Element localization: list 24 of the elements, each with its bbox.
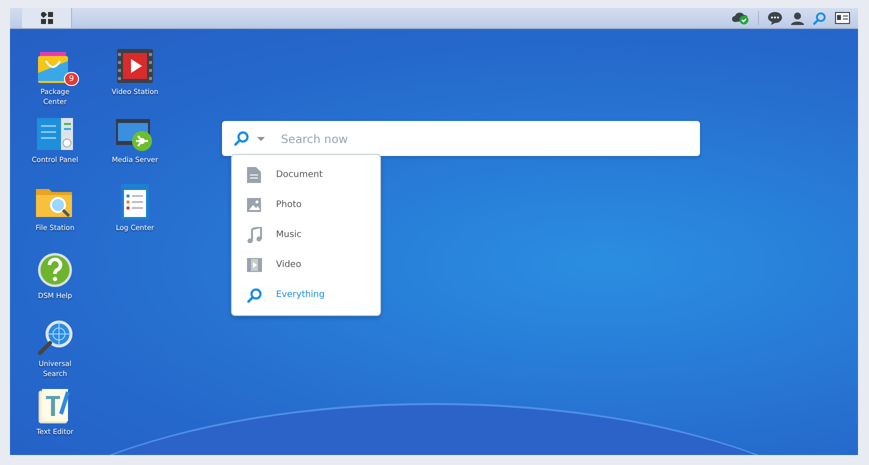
film-play-icon bbox=[116, 47, 154, 85]
search-icon bbox=[246, 288, 262, 302]
menu-item-label[interactable]: Video bbox=[276, 260, 302, 270]
control-panel-icon bbox=[36, 115, 74, 153]
help-icon bbox=[36, 251, 74, 289]
chat-bubble-icon[interactable] bbox=[768, 12, 782, 24]
search-field[interactable]: Search now bbox=[222, 121, 700, 156]
magnifier-globe-icon bbox=[35, 319, 75, 357]
id-card-icon[interactable] bbox=[835, 12, 850, 24]
menu-item-label[interactable]: Document bbox=[276, 170, 323, 180]
document-icon bbox=[247, 167, 261, 183]
music-note-icon bbox=[246, 227, 262, 243]
search-icon[interactable] bbox=[813, 12, 826, 24]
search-icon[interactable] bbox=[234, 131, 249, 146]
menu-item-label[interactable]: Everything bbox=[276, 290, 325, 300]
image-icon bbox=[247, 198, 261, 212]
cloud-check-icon[interactable] bbox=[732, 11, 749, 25]
main-menu-button[interactable] bbox=[22, 8, 72, 28]
grid-icon bbox=[40, 12, 52, 24]
user-icon[interactable] bbox=[791, 12, 804, 24]
count-badge: 9 bbox=[64, 72, 79, 86]
menu-item-label[interactable]: Photo bbox=[276, 200, 302, 210]
film-icon bbox=[246, 258, 262, 272]
menu-item-label[interactable]: Music bbox=[276, 230, 302, 240]
